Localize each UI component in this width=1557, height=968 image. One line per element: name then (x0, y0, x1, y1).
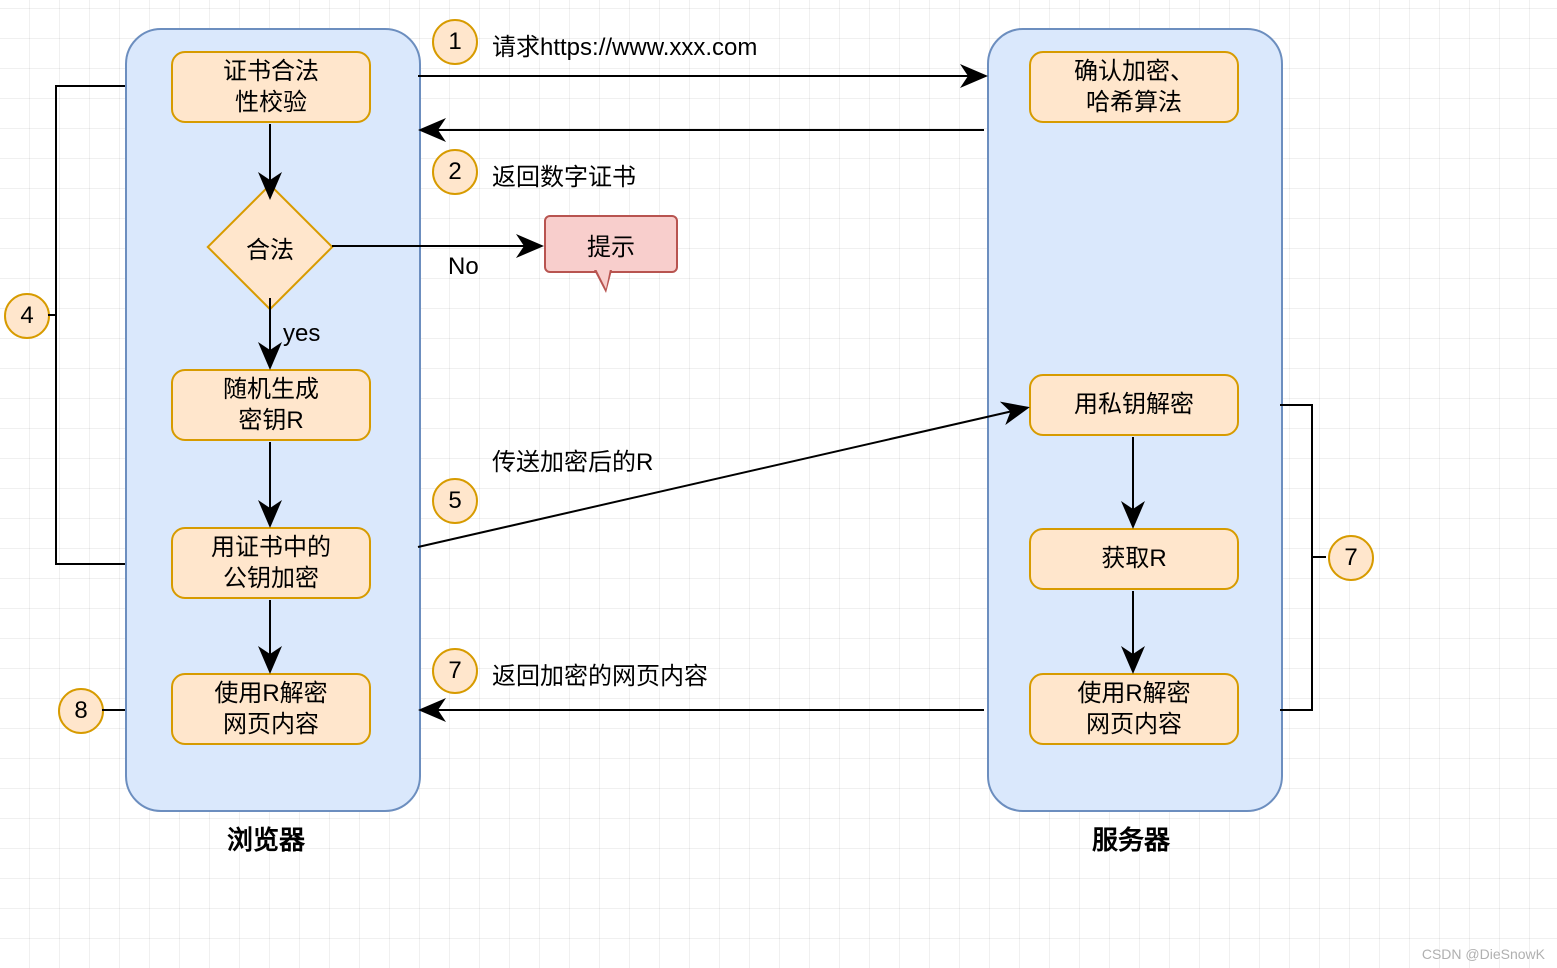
callout-hint: 提示 (544, 215, 678, 273)
node-get-r: 获取R (1029, 528, 1239, 590)
node-decrypt-page: 使用R解密 网页内容 (171, 673, 371, 745)
label-no: No (448, 253, 479, 281)
watermark: CSDN @DieSnowK (1422, 946, 1545, 962)
node-decrypt-priv: 用私钥解密 (1029, 374, 1239, 436)
badge-1: 1 (432, 19, 478, 65)
node-encrypt: 用证书中的 公钥加密 (171, 527, 371, 599)
node-gen-key: 随机生成 密钥R (171, 369, 371, 441)
node-decision: 合法 (210, 197, 330, 297)
node-decision-label: 合法 (210, 197, 330, 297)
node-encode-page: 使用R解密 网页内容 (1029, 673, 1239, 745)
browser-pane-label: 浏览器 (227, 820, 305, 857)
badge-left-4: 4 (4, 293, 50, 339)
node-confirm-algo: 确认加密、 哈希算法 (1029, 51, 1239, 123)
label-yes: yes (283, 320, 320, 348)
label-msg-2: 返回数字证书 (492, 157, 636, 192)
badge-5: 5 (432, 478, 478, 524)
label-msg-1: 请求https://www.xxx.com (492, 27, 757, 62)
node-cert-check: 证书合法 性校验 (171, 51, 371, 123)
badge-right-7: 7 (1328, 535, 1374, 581)
server-pane-label: 服务器 (1092, 820, 1170, 857)
label-msg-7: 返回加密的网页内容 (492, 656, 708, 691)
label-msg-5: 传送加密后的R (492, 442, 653, 477)
badge-7: 7 (432, 648, 478, 694)
badge-2: 2 (432, 149, 478, 195)
badge-left-8: 8 (58, 688, 104, 734)
